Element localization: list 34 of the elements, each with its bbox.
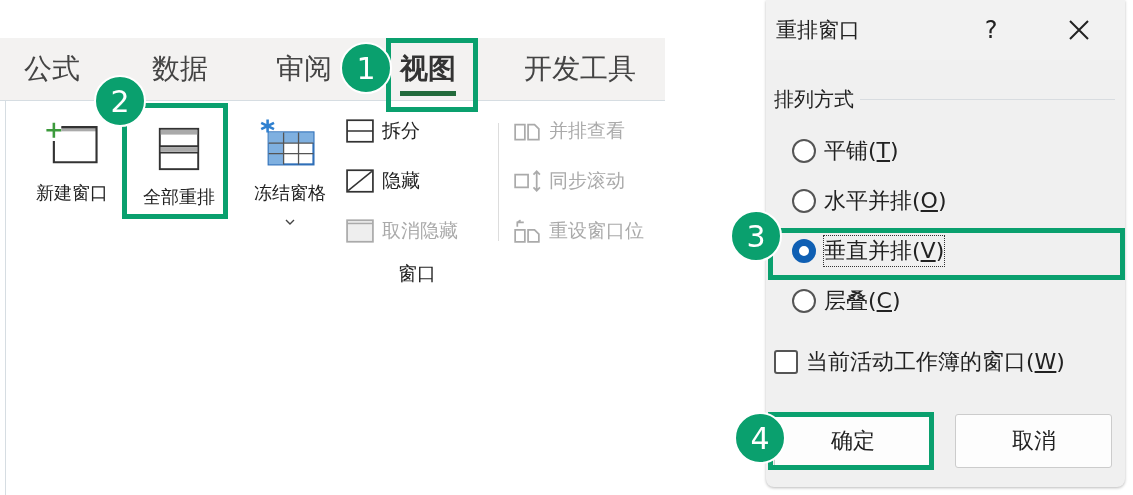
ribbon-tab[interactable]: 数据 bbox=[152, 38, 208, 100]
step-badge: 2 bbox=[94, 75, 146, 127]
step-badge: 3 bbox=[730, 210, 782, 262]
ribbon-tab[interactable]: 开发工具 bbox=[524, 38, 636, 100]
radio-button[interactable] bbox=[792, 239, 816, 263]
slashed-box-icon bbox=[346, 169, 374, 193]
radio-button[interactable] bbox=[792, 139, 816, 163]
sync-scroll-icon bbox=[513, 169, 541, 193]
ribbon-button[interactable]: 冻结窗格 bbox=[234, 111, 346, 225]
dialog-title: 重排窗口 bbox=[776, 17, 861, 44]
section-title: 排列方式 bbox=[774, 85, 854, 113]
ribbon-tab[interactable]: 审阅 bbox=[276, 38, 332, 100]
step-badge: 1 bbox=[340, 42, 392, 94]
close-icon[interactable] bbox=[1068, 19, 1090, 41]
option-label: 平铺(T) bbox=[824, 137, 899, 165]
ribbon-button[interactable]: 拆分 bbox=[346, 113, 498, 149]
option-label: 水平并排(O) bbox=[824, 187, 947, 215]
reset-pages-icon bbox=[513, 219, 541, 243]
ribbon-button[interactable]: 全部重排 bbox=[135, 125, 223, 209]
window-icon bbox=[346, 219, 374, 243]
ribbon-button[interactable]: 隐藏 bbox=[346, 163, 498, 199]
option-label: 层叠(C) bbox=[824, 287, 901, 315]
option-label: 垂直并排(V) bbox=[824, 236, 945, 266]
group-label: 窗口 bbox=[398, 261, 437, 286]
radio-button[interactable] bbox=[792, 289, 816, 313]
ribbon-tab[interactable]: 公式 bbox=[24, 38, 80, 100]
radio-button[interactable] bbox=[792, 189, 816, 213]
checkbox-label: 当前活动工作簿的窗口(W) bbox=[806, 348, 1065, 376]
split-pane-icon bbox=[346, 119, 374, 143]
checkbox[interactable] bbox=[774, 350, 798, 374]
dialog-button[interactable]: 取消 bbox=[955, 414, 1112, 468]
step-badge: 4 bbox=[734, 412, 786, 464]
ribbon-tab[interactable]: 视图 bbox=[400, 38, 456, 100]
help-button[interactable]: ? bbox=[976, 16, 1006, 44]
